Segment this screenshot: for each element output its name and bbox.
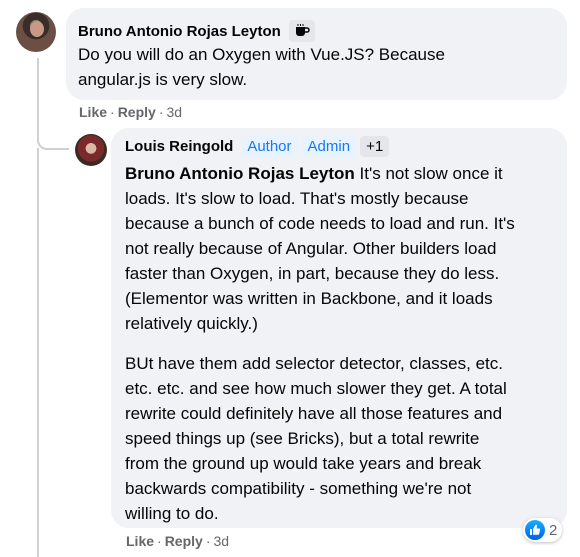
comment-text-line: Do you will do an Oxygen with Vue.JS? Be…: [78, 45, 445, 64]
coffee-cup-icon: [288, 20, 315, 42]
reply-text-line: rewrite could definitely have all those …: [125, 404, 503, 423]
comment-text-line: angular.js is very slow.: [78, 70, 248, 89]
reply-text-line: BUt have them add selector detector, cla…: [125, 354, 503, 373]
reaction-number: 2: [549, 521, 558, 539]
avatar-louis[interactable]: [75, 134, 107, 166]
comment-bubble: Bruno Antonio Rojas Leyton Do you will d…: [66, 8, 567, 100]
reply-text-line: loads. It's slow to load. That's mostly …: [125, 189, 469, 208]
mention-link[interactable]: Bruno Antonio Rojas Leyton: [125, 164, 355, 183]
comment-text: Do you will do an Oxygen with Vue.JS? Be…: [78, 42, 445, 92]
reply-bubble: Louis Reingold Author Admin +1 Bruno Ant…: [111, 128, 567, 528]
avatar-bruno[interactable]: [16, 12, 56, 52]
thread-line: [37, 58, 69, 150]
comment-header: Bruno Antonio Rojas Leyton: [78, 20, 315, 42]
reply-actions: Like · Reply · 3d: [126, 533, 230, 549]
like-button[interactable]: Like: [126, 533, 154, 549]
reply-header: Louis Reingold Author Admin +1: [125, 136, 390, 157]
admin-badge[interactable]: Admin: [301, 136, 357, 157]
comment-actions: Like · Reply · 3d: [79, 104, 183, 120]
reply-text-line: because a bunch of code needs to load an…: [125, 214, 515, 233]
reply-text-line: (Elementor was written in Backbone, and …: [125, 289, 493, 308]
reply-text-line: from the ground up would take years and …: [125, 454, 482, 473]
reply-button[interactable]: Reply: [165, 533, 203, 549]
reply-button[interactable]: Reply: [118, 104, 156, 120]
thread-line-continue: [37, 148, 39, 557]
reply-text-line: faster than Oxygen, in part, because the…: [125, 264, 500, 283]
like-thumb-icon: [525, 520, 545, 540]
reaction-count[interactable]: 2: [523, 518, 563, 542]
reply-text-line: etc. etc. and see how much slower they g…: [125, 379, 507, 398]
reply-text-line: speed things up (see Bricks), but a tota…: [125, 429, 480, 448]
reply-author[interactable]: Louis Reingold: [125, 138, 233, 155]
more-badges[interactable]: +1: [360, 136, 390, 157]
author-badge[interactable]: Author: [241, 136, 298, 157]
reply-text-line: not really because of Angular. Other bui…: [125, 239, 497, 258]
comment-time[interactable]: 3d: [166, 104, 182, 120]
comment-author[interactable]: Bruno Antonio Rojas Leyton: [78, 23, 281, 40]
reply-text-line: Bruno Antonio Rojas Leyton It's not slow…: [125, 164, 503, 183]
reply-text-line: relatively quickly.): [125, 314, 258, 333]
reply-time[interactable]: 3d: [213, 533, 229, 549]
reply-text-line: backwards compatibility - something we'r…: [125, 479, 472, 498]
reply-text-line: willing to do.: [125, 504, 219, 523]
like-button[interactable]: Like: [79, 104, 107, 120]
reply-text: Bruno Antonio Rojas Leyton It's not slow…: [125, 161, 561, 526]
